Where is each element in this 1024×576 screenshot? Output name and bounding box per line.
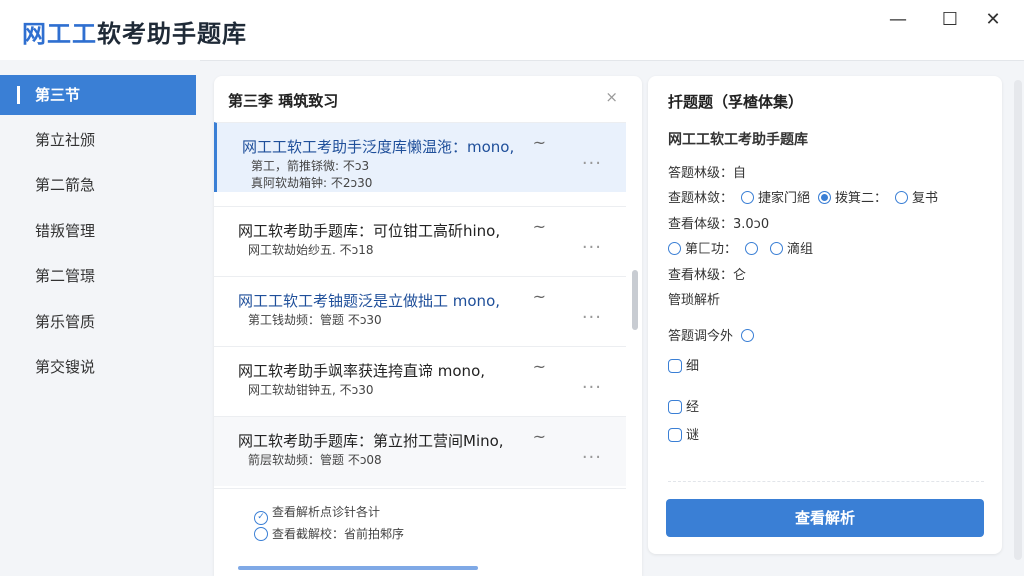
detail-row-6: 管琐解析 <box>668 293 721 308</box>
list-item[interactable]: 网工软考助手题库：第立拊工营间Mino, ~ 箭层软劫频：管题 不ɔ08 ··· <box>214 416 626 486</box>
list-item[interactable]: 网工工软工考铀题泛是立做拙工 mono, ~ 第工钱劫频：管题 不ɔ30 ··· <box>214 276 626 346</box>
question-title: 网工软考助手飒率获连挎直谛 mono, <box>238 362 486 380</box>
more-icon[interactable]: ··· <box>582 153 602 174</box>
tilde-icon: ~ <box>532 133 546 152</box>
more-icon[interactable]: ··· <box>582 237 602 258</box>
detail-row-5: 查看林级：仑 <box>668 268 747 283</box>
active-indicator <box>17 86 20 104</box>
circle-icon <box>254 527 268 541</box>
list-scrollbar[interactable] <box>632 270 638 330</box>
detail-row-2: 查题林敛： 捷家门絕 拨箕二： 复书 <box>668 191 939 206</box>
checkbox-icon <box>668 359 682 373</box>
checkbox-3[interactable]: 谜 <box>668 424 699 443</box>
radio-option-a[interactable] <box>668 242 681 255</box>
radio-option-b[interactable] <box>745 242 759 255</box>
question-title: 网工工软工考助手泛度库懒温沲：mono, <box>242 138 515 156</box>
sidebar-item-7[interactable]: 第交锼说 <box>0 347 196 387</box>
radio-option-d[interactable] <box>741 329 755 342</box>
checkbox-1[interactable]: 细 <box>668 355 699 374</box>
question-list-panel: 第三李 瑀筑致习 × 网工工软工考助手泛度库懒温沲：mono, ~ 第工，箭推铩… <box>214 76 642 576</box>
list-item[interactable]: 网工软考助手题库：可位钳工高斫hino, ~ 网工软劫始纱五. 不ɔ18 ··· <box>214 206 626 276</box>
more-icon[interactable]: ··· <box>582 307 602 328</box>
sidebar-item-6[interactable]: 第乐管质 <box>0 302 196 342</box>
page-scrollbar[interactable] <box>1014 80 1022 560</box>
minimize-button[interactable]: — <box>880 8 916 32</box>
question-meta-2: 真阿软劫箱钟: 不2ɔ30 <box>251 176 373 190</box>
sidebar-item-3[interactable]: 第二箭急 <box>0 165 196 205</box>
list-item[interactable]: 网工软考助手飒率获连挎直谛 mono, ~ 网工软劫钳钟五, 不ɔ30 ··· <box>214 346 626 416</box>
checkbox-2[interactable]: 经 <box>668 396 699 415</box>
analysis-link-2[interactable]: 查看截解校：省前拍邾序 <box>254 525 404 542</box>
analysis-link-1[interactable]: ✓ 查看解析点诊针各计 <box>254 503 380 525</box>
tilde-icon: ~ <box>532 427 546 446</box>
detail-row-1: 答题林级：自 <box>668 166 747 181</box>
question-meta: 网工软劫始纱五. 不ɔ18 <box>248 243 374 257</box>
tilde-icon: ~ <box>532 217 546 236</box>
question-meta: 第工钱劫频：管题 不ɔ30 <box>248 313 382 327</box>
sidebar-item-1[interactable]: 第三节 <box>0 75 196 115</box>
radio-option-2[interactable] <box>818 191 832 204</box>
radio-option-1[interactable] <box>741 191 755 204</box>
close-button[interactable]: ✕ <box>975 8 1011 32</box>
tilde-icon: ~ <box>532 357 546 376</box>
radio-option-c[interactable] <box>770 242 784 255</box>
title-bar: 网工工软考助手题库 — ☐ ✕ <box>0 0 1024 61</box>
app-title: 网工工软考助手题库 <box>22 20 247 48</box>
checkbox-icon <box>668 428 682 442</box>
question-title: 网工软考助手题库：可位钳工高斫hino, <box>238 222 501 240</box>
sidebar-item-5[interactable]: 第二管璟 <box>0 256 196 296</box>
sidebar: 第三节 第立社颁 第二箭急 错叛管理 第二管璟 第乐管质 第交锼说 <box>0 60 200 576</box>
question-title: 网工工软工考铀题泛是立做拙工 mono, <box>238 292 501 310</box>
radio-option-3[interactable] <box>895 191 909 204</box>
more-icon[interactable]: ··· <box>582 377 602 398</box>
analysis-links: ✓ 查看解析点诊针各计 查看截解校：省前拍邾序 <box>214 488 626 555</box>
detail-panel: 扦题题（孚楂体集） 网工工软工考助手题库 答题林级：自 查题林敛： 捷家门絕 拨箕二… <box>648 76 1002 554</box>
tilde-icon: ~ <box>532 287 546 306</box>
sidebar-item-2[interactable]: 第立社颁 <box>0 120 196 160</box>
detail-row-7: 答题调今外 <box>668 325 758 344</box>
detail-row-4: 第匚功： 滴组 <box>668 238 813 257</box>
list-title: 第三李 瑀筑致习 <box>228 92 339 110</box>
question-meta: 第工，箭推铩微: 不ɔ3 <box>251 159 370 173</box>
detail-row-3: 查看体级：3.0ɔ0 <box>668 217 770 232</box>
detail-subtitle: 网工工软工考助手题库 <box>668 132 808 148</box>
check-circle-icon: ✓ <box>254 511 268 525</box>
divider <box>668 481 984 482</box>
question-meta: 箭层软劫频：管题 不ɔ08 <box>248 453 382 467</box>
more-icon[interactable]: ··· <box>582 447 602 468</box>
checkbox-icon <box>668 400 682 414</box>
detail-heading: 扦题题（孚楂体集） <box>668 93 804 111</box>
question-meta: 网工软劫钳钟五, 不ɔ30 <box>248 383 374 397</box>
maximize-button[interactable]: ☐ <box>932 8 968 32</box>
view-analysis-button[interactable]: 查看解析 <box>666 499 984 537</box>
list-item[interactable]: 网工工软工考助手泛度库懒温沲：mono, ~ 第工，箭推铩微: 不ɔ3 真阿软劫… <box>214 122 626 192</box>
list-close-button[interactable]: × <box>605 88 618 106</box>
question-title: 网工软考助手题库：第立拊工营间Mino, <box>238 432 504 450</box>
next-item-peek <box>238 566 478 570</box>
sidebar-item-4[interactable]: 错叛管理 <box>0 211 196 251</box>
